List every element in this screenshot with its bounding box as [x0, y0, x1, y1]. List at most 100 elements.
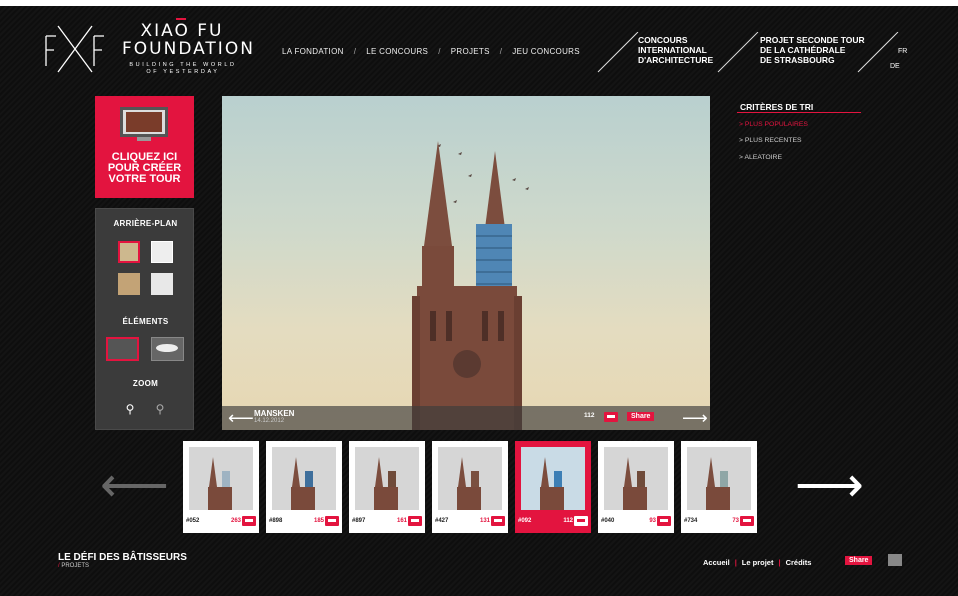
comment-icon — [740, 516, 754, 526]
monitor-icon — [120, 107, 168, 137]
arrow-right-icon[interactable]: ⟶ — [682, 409, 708, 427]
tools-panel: ARRIÈRE-PLAN ÉLÉMENTS ZOOM ⚲ ⚲ — [95, 208, 194, 430]
comment-icon — [574, 516, 588, 526]
background-swatch-3[interactable] — [118, 273, 140, 295]
thumbnail-count: 93 — [649, 518, 656, 524]
thumbnail-item[interactable]: #040 93 — [598, 441, 674, 533]
create-tower-button[interactable]: CLIQUEZ ICI POUR CRÉER VOTRE TOUR — [95, 96, 194, 198]
thumbnail-id: #040 — [601, 518, 615, 524]
sort-title: CRITÈRES DE TRI — [740, 102, 814, 112]
thumbnail-image — [687, 447, 751, 510]
main-nav: LA FONDATION / LE CONCOURS / PROJETS / J… — [282, 47, 580, 56]
sort-option-random[interactable]: > ALEATOIRE — [739, 154, 782, 161]
element-option-birds[interactable] — [106, 337, 139, 361]
carousel-next-icon[interactable]: ⟶ — [795, 462, 864, 510]
sort-underline — [737, 112, 861, 113]
lang-fr[interactable]: FR — [898, 44, 907, 59]
nav-separator: / — [499, 47, 503, 56]
comment-count: 112 — [584, 412, 595, 419]
nav-item-projets[interactable]: PROJETS — [451, 47, 490, 56]
logo-accent-bar — [176, 18, 186, 20]
thumbnail-id: #734 — [684, 518, 698, 524]
comment-icon — [242, 516, 256, 526]
footer-title: LE DÉFI DES BÂTISSEURS — [58, 552, 187, 563]
comment-icon — [657, 516, 671, 526]
sort-option-recent[interactable]: > PLUS RECENTES — [739, 137, 802, 144]
breadcrumb: / PROJETS — [58, 563, 89, 569]
arrow-left-icon[interactable]: ⟵ — [228, 409, 254, 427]
nav-item-concours[interactable]: LE CONCOURS — [366, 47, 428, 56]
comment-icon — [491, 516, 505, 526]
zoom-in-icon[interactable]: ⚲ — [123, 402, 137, 416]
thumbnail-item[interactable]: #734 73 — [681, 441, 757, 533]
nav-separator: / — [438, 47, 441, 56]
thumbnail-id: #427 — [435, 518, 449, 524]
footer-share-button[interactable]: Share — [845, 556, 873, 565]
thumbnail-item[interactable]: #898 185 — [266, 441, 342, 533]
element-option-cloud[interactable] — [151, 337, 184, 361]
comment-icon — [325, 516, 339, 526]
thumbnail-image — [355, 447, 419, 510]
thumbnail-count: 263 — [230, 518, 241, 524]
breadcrumb-separator: / — [58, 563, 60, 569]
contest-link[interactable]: CONCOURS INTERNATIONAL D'ARCHITECTURE — [638, 35, 713, 65]
thumbnail-image — [521, 447, 585, 510]
thumbnail-item[interactable]: #427 131 — [432, 441, 508, 533]
zoom-heading: ZOOM — [132, 379, 159, 388]
logo-title: XIAO FU FOUNDATION — [122, 21, 255, 59]
nav-item-fondation[interactable]: LA FONDATION — [282, 47, 344, 56]
thumbnail-id: #092 — [518, 518, 532, 524]
logo[interactable]: XIAO FU FOUNDATION BUILDING THE WORLD OF… — [44, 18, 254, 78]
sort-option-popular[interactable]: > PLUS POPULAIRES — [739, 121, 808, 128]
thumbnail-count: 131 — [479, 518, 490, 524]
tower-preview: ⟵ MANSKEN 14.12.2012 112 Share ⟶ — [222, 96, 710, 430]
cta-label: CLIQUEZ ICI POUR CRÉER VOTRE TOUR — [107, 151, 182, 185]
footer-link-accueil[interactable]: Accueil — [703, 558, 730, 567]
social-icon[interactable] — [888, 554, 902, 566]
cathedral-illustration — [412, 141, 529, 430]
zoom-out-icon[interactable]: ⚲ — [153, 402, 167, 416]
thumbnail-count: 112 — [563, 518, 573, 524]
footer-links: Accueil | Le projet | Crédits — [703, 558, 811, 567]
thumbnail-id: #052 — [186, 518, 200, 524]
thumbnail-item[interactable]: #052 263 — [183, 441, 259, 533]
thumbnail-id: #898 — [269, 518, 283, 524]
footer-link-projet[interactable]: Le projet — [742, 558, 774, 567]
top-edge — [0, 0, 958, 6]
stage-info-bar: ⟵ MANSKEN 14.12.2012 112 Share ⟶ — [222, 406, 710, 430]
nav-item-jeu-concours[interactable]: JEU CONCOURS — [512, 47, 580, 56]
monitor-stand — [137, 137, 151, 141]
thumbnail-image — [189, 447, 253, 510]
thumbnail-id: #897 — [352, 518, 366, 524]
author-name: MANSKEN — [254, 409, 295, 418]
footer-link-credits[interactable]: Crédits — [786, 558, 812, 567]
nav-separator: / — [353, 47, 357, 56]
thumbnail-count: 185 — [313, 518, 324, 524]
thumbnail-image — [272, 447, 336, 510]
fxf-logo-icon — [45, 25, 104, 73]
thumbnail-image — [438, 447, 502, 510]
thumbnail-item[interactable]: #092 112 — [515, 441, 591, 533]
breadcrumb-projets[interactable]: PROJETS — [61, 563, 89, 569]
thumbnail-count: 161 — [396, 518, 407, 524]
background-swatch-2[interactable] — [151, 241, 173, 263]
thumbnail-item[interactable]: #897 161 — [349, 441, 425, 533]
footer-separator: | — [778, 558, 781, 567]
footer-separator: | — [734, 558, 737, 567]
comment-icon — [408, 516, 422, 526]
logo-subtitle: BUILDING THE WORLD OF YESTERDAY — [129, 62, 237, 75]
lang-de[interactable]: DE — [890, 59, 907, 74]
elements-heading: ÉLÉMENTS — [122, 317, 169, 326]
background-swatch-1[interactable] — [118, 241, 140, 263]
carousel-prev-icon[interactable]: ⟵ — [100, 462, 169, 510]
background-swatch-4[interactable] — [151, 273, 173, 295]
thumbnail-count: 73 — [732, 518, 739, 524]
comment-icon[interactable] — [604, 412, 618, 422]
share-button[interactable]: Share — [627, 412, 655, 421]
background-heading: ARRIÈRE-PLAN — [113, 219, 178, 228]
project-link[interactable]: PROJET SECONDE TOUR DE LA CATHÉDRALE DE … — [760, 35, 865, 65]
entry-date: 14.12.2012 — [254, 418, 285, 424]
header-links: CONCOURS INTERNATIONAL D'ARCHITECTURE PR… — [590, 32, 899, 82]
thumbnail-image — [604, 447, 668, 510]
language-switcher: FR DE — [890, 44, 907, 74]
